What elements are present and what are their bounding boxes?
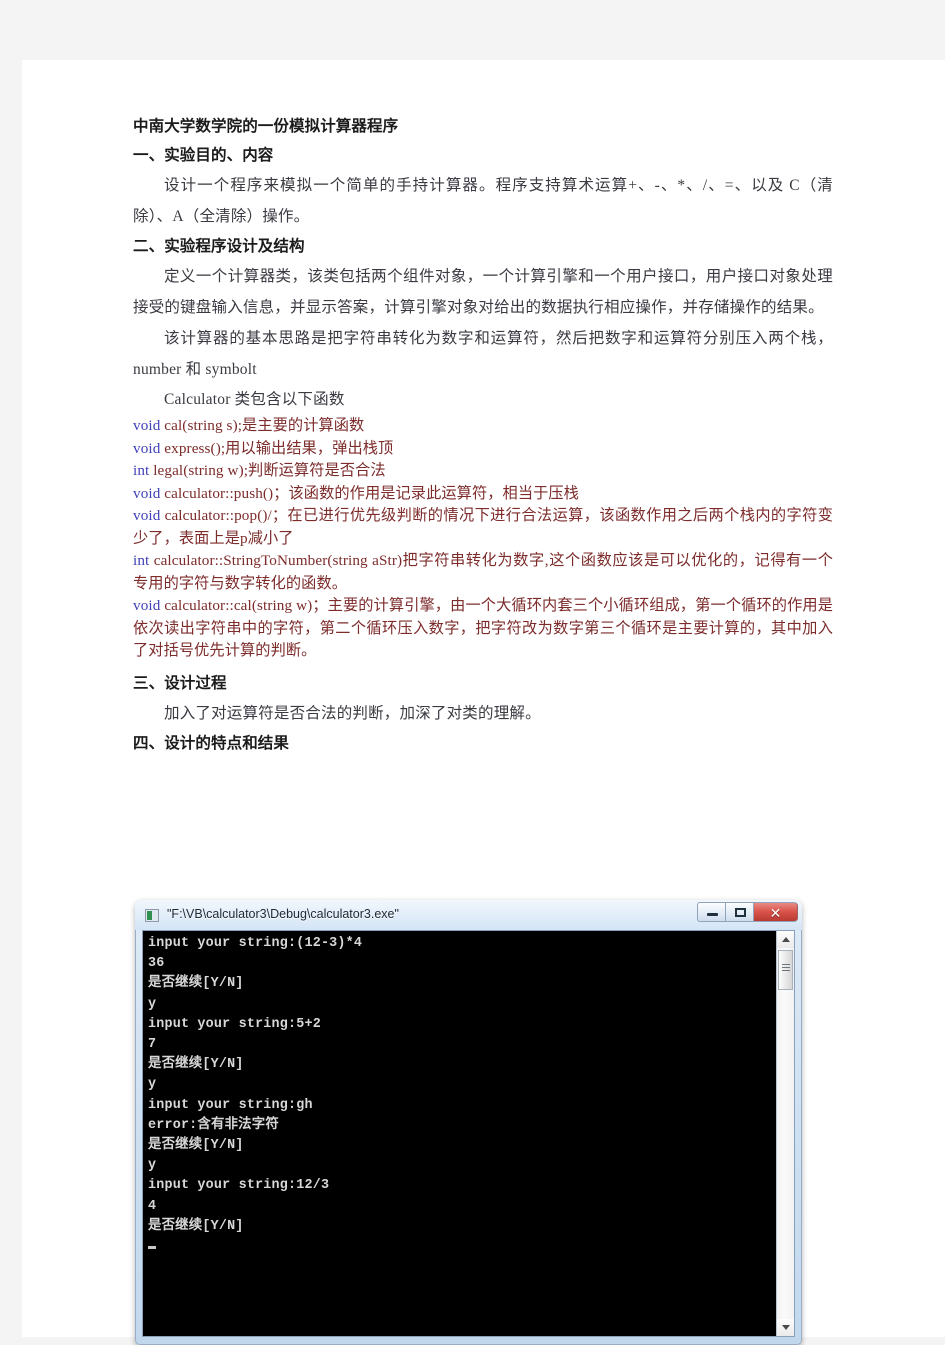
- function-list: void cal(string s);是主要的计算函数 void express…: [133, 415, 833, 663]
- function-signature: cal(string s);是主要的计算函数: [160, 417, 365, 434]
- function-signature: calculator::StringToNumber(string aStr)把…: [133, 552, 833, 592]
- keyword-token: void: [133, 597, 161, 614]
- section-heading-3: 三、设计过程: [133, 674, 227, 692]
- window-controls: ✕: [697, 902, 798, 923]
- minimize-icon: [707, 913, 718, 916]
- function-line-3: int legal(string w);判断运算符是否合法: [133, 460, 833, 483]
- section-3-paragraph-1: 加入了对运算符是否合法的判断，加深了对类的理解。: [164, 704, 541, 722]
- console-scrollbar[interactable]: [776, 931, 794, 1336]
- function-signature: express();用以输出结果，弹出栈顶: [160, 439, 394, 457]
- console-output-text: input your string:(12-3)*4 36 是否继续[Y/N] …: [148, 936, 363, 1234]
- keyword-token: void: [133, 484, 161, 502]
- keyword-token: int: [133, 462, 150, 479]
- document-title: 中南大学数学院的一份模拟计算器程序: [133, 118, 399, 135]
- console-app-icon: [145, 909, 159, 922]
- function-signature: calculator::cal(string w)；主要的计算引擎，由一个大循环…: [133, 597, 833, 659]
- document-page: 中南大学数学院的一份模拟计算器程序 一、实验目的、内容 设计一个程序来模拟一个简…: [22, 60, 945, 1345]
- scroll-up-arrow-icon[interactable]: [777, 931, 794, 948]
- function-signature: legal(string w);判断运算符是否合法: [149, 462, 386, 479]
- section-2-paragraph-1: 定义一个计算器类，该类包括两个组件对象，一个计算引擎和一个用户接口，用户接口对象…: [133, 268, 833, 316]
- keyword-token: void: [133, 507, 161, 524]
- maximize-button[interactable]: [725, 902, 753, 922]
- window-titlebar[interactable]: "F:\VB\calculator3\Debug\calculator3.exe…: [135, 900, 802, 930]
- section-2-paragraph-3: Calculator 类包含以下函数: [164, 391, 345, 408]
- maximize-icon: [735, 908, 746, 917]
- minimize-button[interactable]: [697, 902, 725, 922]
- function-line-7: void calculator::cal(string w)；主要的计算引擎，由…: [133, 595, 833, 663]
- keyword-token: void: [133, 439, 161, 457]
- close-icon: ✕: [769, 905, 782, 921]
- section-heading-2: 二、实验程序设计及结构: [133, 238, 305, 255]
- function-signature: calculator::pop()/；在已进行优先级判断的情况下进行合法运算，该…: [133, 507, 833, 547]
- scroll-down-arrow-icon[interactable]: [777, 1319, 794, 1336]
- console-window-screenshot: "F:\VB\calculator3\Debug\calculator3.exe…: [135, 900, 802, 1345]
- document-content: 中南大学数学院的一份模拟计算器程序 一、实验目的、内容 设计一个程序来模拟一个简…: [133, 112, 833, 758]
- section-heading-4: 四、设计的特点和结果: [133, 734, 290, 752]
- section-heading-1: 一、实验目的、内容: [133, 147, 274, 164]
- close-button[interactable]: ✕: [753, 902, 798, 922]
- function-line-6: int calculator::StringToNumber(string aS…: [133, 550, 833, 595]
- keyword-token: void: [133, 417, 161, 434]
- function-line-4: void calculator::push()；该函数的作用是记录此运算符，相当…: [133, 483, 833, 506]
- console-client-area[interactable]: input your string:(12-3)*4 36 是否继续[Y/N] …: [142, 930, 795, 1337]
- scrollbar-thumb[interactable]: [778, 950, 793, 990]
- console-output: input your string:(12-3)*4 36 是否继续[Y/N] …: [148, 934, 772, 1257]
- function-line-5: void calculator::pop()/；在已进行优先级判断的情况下进行合…: [133, 505, 833, 550]
- section-1-paragraph-1: 设计一个程序来模拟一个简单的手持计算器。程序支持算术运算+、-、*、/、=、以及…: [133, 177, 833, 225]
- function-line-1: void cal(string s);是主要的计算函数: [133, 415, 833, 438]
- window-title: "F:\VB\calculator3\Debug\calculator3.exe…: [167, 907, 399, 921]
- console-cursor: [148, 1246, 156, 1250]
- keyword-token: int: [133, 552, 150, 569]
- function-line-2: void express();用以输出结果，弹出栈顶: [133, 438, 833, 461]
- section-2-paragraph-2: 该计算器的基本思路是把字符串转化为数字和运算符，然后把数字和运算符分别压入两个栈…: [133, 330, 833, 378]
- function-signature: calculator::push()；该函数的作用是记录此运算符，相当于压栈: [160, 484, 579, 502]
